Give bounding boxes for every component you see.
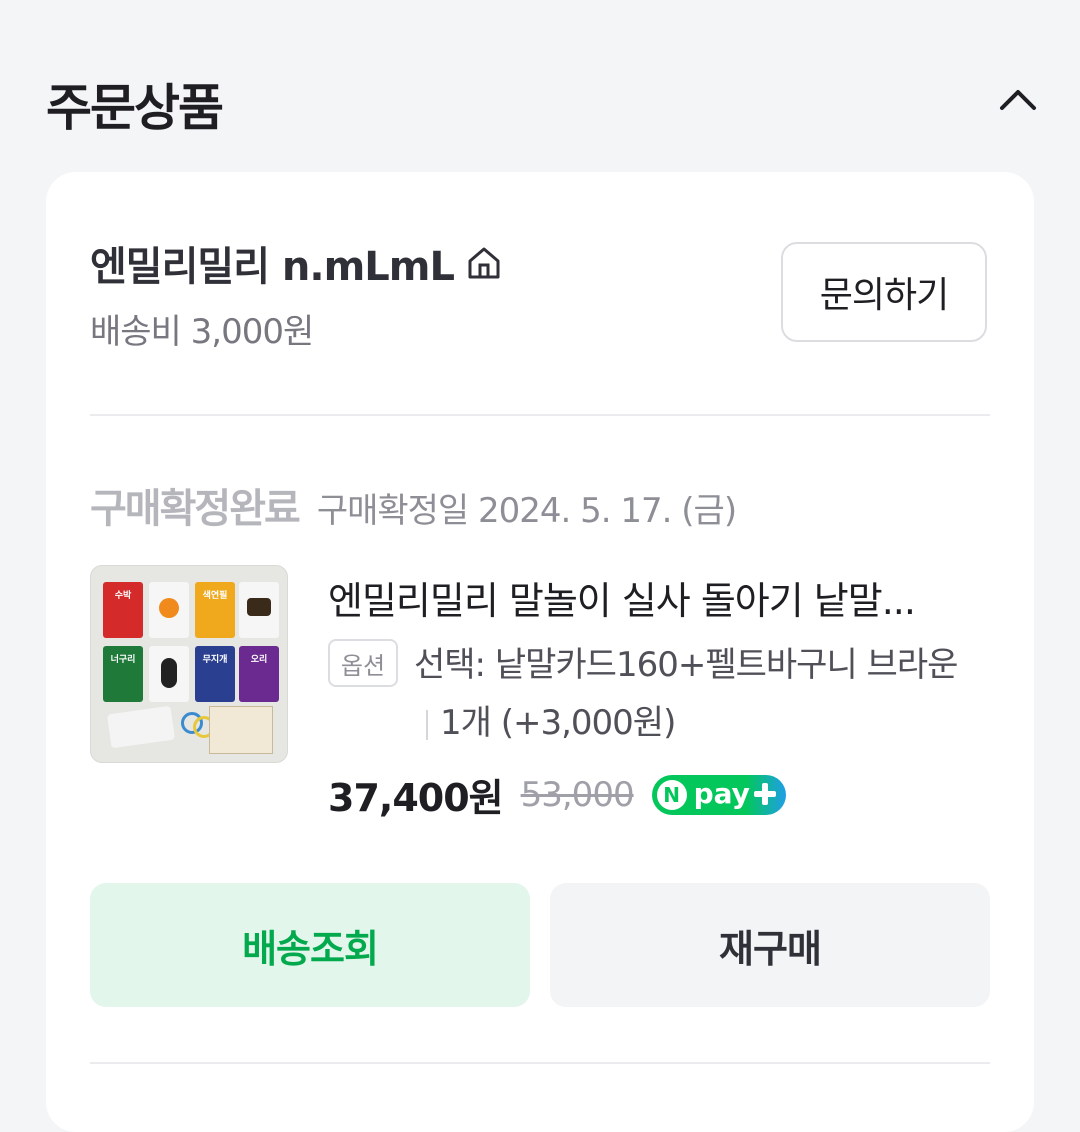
sale-price: 37,400원 [328, 776, 504, 820]
price-row: 37,400원 53,000 N pay [328, 767, 786, 822]
flashcard [149, 582, 189, 638]
flashcard [239, 582, 279, 638]
naver-n-icon: N [656, 779, 687, 810]
section-header: 주문상품 [46, 64, 1040, 144]
collapse-button[interactable] [996, 78, 1040, 122]
option-badge: 옵션 [328, 639, 398, 687]
inquiry-button[interactable]: 문의하기 [781, 242, 987, 342]
card-box [209, 706, 273, 754]
confirm-date: 구매확정일 2024. 5. 17. (금) [316, 491, 737, 531]
npay-label: pay [693, 776, 750, 810]
flashcard: 무지개 [195, 646, 235, 702]
flashcard: 색연필 [195, 582, 235, 638]
shipping-fee: 배송비 3,000원 [90, 312, 314, 352]
original-price: 53,000 [520, 774, 635, 815]
order-status-row: 구매확정완료 구매확정일 2024. 5. 17. (금) [90, 476, 737, 534]
plus-icon [753, 782, 776, 805]
divider [90, 1062, 990, 1064]
home-icon [468, 247, 500, 279]
seller-name[interactable]: 엔밀리밀리 n.mLmL [90, 234, 504, 292]
flashcard [149, 646, 189, 702]
product-name[interactable]: 엔밀리밀리 말놀이 실사 돌아기 낱말... [328, 570, 968, 625]
section-title: 주문상품 [46, 79, 224, 137]
npay-plus-badge: N pay [651, 774, 786, 815]
option-details: 선택: 낱말카드160+펠트바구니 브라운 1개 (+3,000원) [414, 636, 974, 752]
product-thumbnail[interactable]: 수박 색연필 너구리 무지개 오리 [90, 565, 288, 763]
flashcard: 너구리 [103, 646, 143, 702]
divider [90, 414, 990, 416]
separator [426, 709, 428, 740]
flashcard: 오리 [239, 646, 279, 702]
flashcard: 수박 [103, 582, 143, 638]
chevron-up-icon [1000, 90, 1036, 110]
quantity: 1개 (+3,000원) [440, 703, 676, 743]
seller-name-label: 엔밀리밀리 n.mLmL [90, 244, 455, 290]
rebuy-button[interactable]: 재구매 [550, 883, 990, 1007]
track-delivery-button[interactable]: 배송조회 [90, 883, 530, 1007]
order-card: 엔밀리밀리 n.mLmL 배송비 3,000원 문의하기 구매확정완료 구매확정… [46, 172, 1034, 1132]
order-status: 구매확정완료 [90, 486, 301, 532]
flashcard [106, 705, 176, 749]
option-value: 선택: 낱말카드160+펠트바구니 브라운 [414, 645, 958, 685]
